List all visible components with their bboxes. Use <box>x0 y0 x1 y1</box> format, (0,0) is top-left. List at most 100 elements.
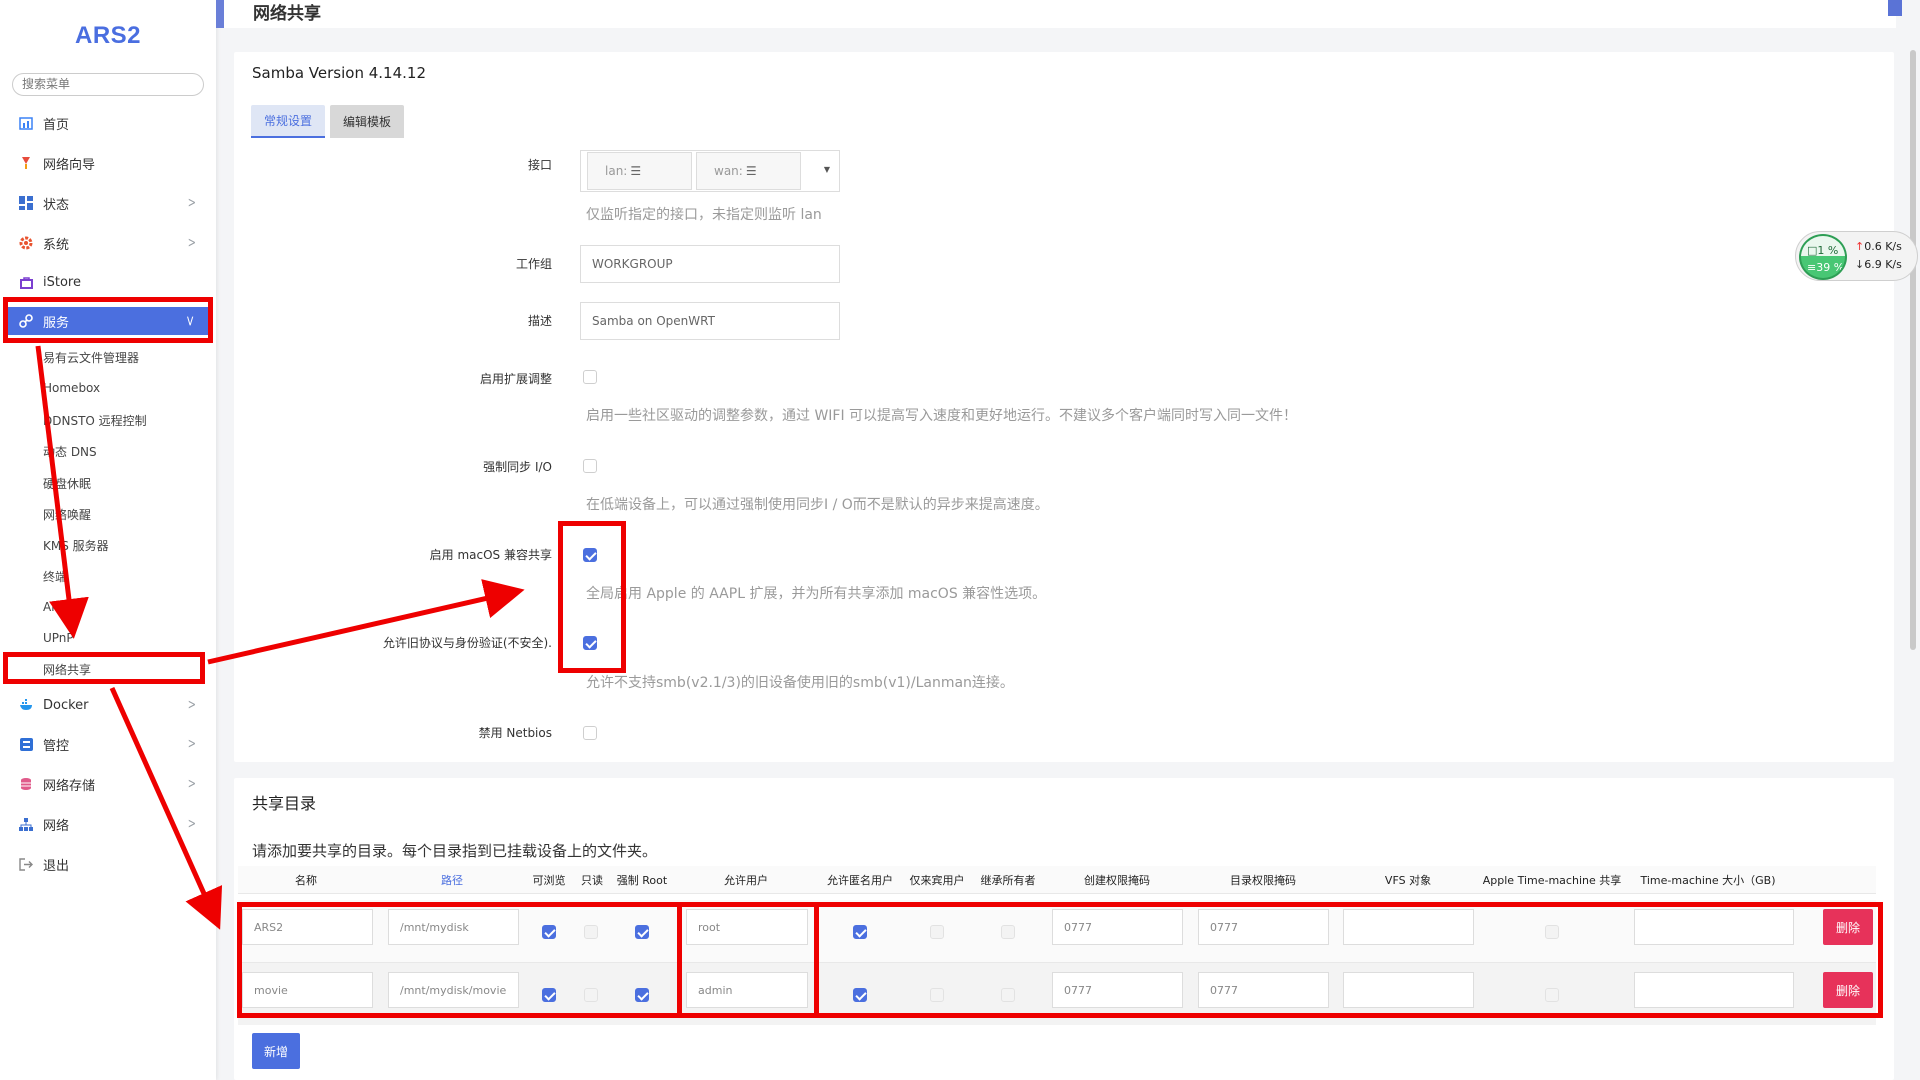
sub-item-ddnsto[interactable]: DDNSTO 远程控制 <box>43 412 147 429</box>
download-value: 6.9 K/s <box>1864 258 1902 271</box>
nav-item-services[interactable]: 服务 > <box>8 307 208 335</box>
sync-io-help: 在低端设备上，可以通过强制使用同步I / O而不是默认的异步来提高速度。 <box>586 497 1049 513</box>
delete-button[interactable]: 删除 <box>1823 909 1873 945</box>
chevron-right-icon: > <box>188 776 197 792</box>
inherit-owner-checkbox[interactable] <box>1001 925 1015 939</box>
create-mask-input[interactable]: 0777 <box>1052 972 1183 1008</box>
nav-label: 首页 <box>43 117 70 133</box>
allowed-users-input[interactable]: root <box>686 909 808 945</box>
sub-item-kms[interactable]: KMS 服务器 <box>43 537 109 554</box>
nav-item-logout[interactable]: 退出 <box>0 850 216 878</box>
browseable-checkbox[interactable] <box>542 988 556 1002</box>
create-mask-input[interactable]: 0777 <box>1052 909 1183 945</box>
arrow-up-icon: ↑ <box>1855 240 1865 253</box>
description-input[interactable]: Samba on OpenWRT <box>580 302 840 340</box>
col-path[interactable]: 路径 <box>441 872 463 888</box>
legacy-checkbox[interactable] <box>583 636 597 650</box>
sub-item-file-manager[interactable]: 易有云文件管理器 <box>43 349 139 366</box>
guest-only-checkbox[interactable] <box>930 988 944 1002</box>
nav-item-status[interactable]: 状态 > <box>0 189 216 217</box>
nav-item-wizard[interactable]: 网络向导 <box>0 149 216 177</box>
nav-item-home[interactable]: 首页 <box>0 109 216 137</box>
chevron-down-icon: > <box>183 315 197 327</box>
vfs-input[interactable] <box>1343 909 1474 945</box>
tm-size-input[interactable] <box>1634 909 1794 945</box>
dir-mask-input[interactable]: 0777 <box>1198 909 1329 945</box>
col-vfs: VFS 对象 <box>1384 874 1432 887</box>
menu-search-input[interactable]: 搜索菜单 <box>12 73 204 96</box>
page-scrollbar[interactable] <box>1910 50 1916 650</box>
sync-io-checkbox[interactable] <box>583 459 597 473</box>
ethernet-icon: ☰ <box>745 164 757 178</box>
nav-item-system[interactable]: 系统 > <box>0 229 216 257</box>
sub-item-samba[interactable]: 网络共享 <box>43 661 91 678</box>
docker-icon <box>18 697 34 713</box>
nav-item-control[interactable]: 管控 > <box>0 730 216 758</box>
sub-item-ddns[interactable]: 动态 DNS <box>43 443 97 460</box>
col-create-mask: 创建权限掩码 <box>1084 874 1150 887</box>
workgroup-label: 工作组 <box>515 257 552 271</box>
dir-mask-input[interactable]: 0777 <box>1198 972 1329 1008</box>
sub-item-terminal[interactable]: 终端 <box>43 568 67 585</box>
readonly-checkbox[interactable] <box>584 988 598 1002</box>
home-icon <box>18 115 34 131</box>
nav-item-network[interactable]: 网络 > <box>0 810 216 838</box>
guest-ok-checkbox[interactable] <box>853 988 867 1002</box>
interface-select[interactable]: lan: ☰ wan: ☰ ▼ <box>580 150 840 192</box>
browseable-checkbox[interactable] <box>542 925 556 939</box>
readonly-checkbox[interactable] <box>584 925 598 939</box>
col-guest-only: 仅来宾用户 <box>909 874 965 887</box>
timemachine-checkbox[interactable] <box>1545 925 1559 939</box>
share-path-input[interactable]: /mnt/mydisk <box>388 909 519 945</box>
tab-general[interactable]: 常规设置 <box>251 105 325 138</box>
chip-label: lan: <box>605 164 628 178</box>
logout-icon <box>18 856 34 872</box>
col-users: 允许用户 <box>724 874 768 887</box>
download-speed: ↓6.9 K/s <box>1855 258 1902 271</box>
force-root-checkbox[interactable] <box>635 988 649 1002</box>
col-tm-size: Time-machine 大小（GB) <box>1640 874 1776 887</box>
share-name-input[interactable]: ARS2 <box>242 909 373 945</box>
allowed-users-input[interactable]: admin <box>686 972 808 1008</box>
usage-gauge: □1 % ≡39 % <box>1799 234 1847 280</box>
guest-ok-checkbox[interactable] <box>853 925 867 939</box>
force-root-checkbox[interactable] <box>635 925 649 939</box>
description-label: 描述 <box>527 314 552 328</box>
interface-label: 接口 <box>527 158 552 172</box>
sub-item-wol[interactable]: 网络唤醒 <box>43 506 91 523</box>
sub-item-upnp[interactable]: UPnP <box>43 631 74 645</box>
sub-item-hd-idle[interactable]: 硬盘休眠 <box>43 475 91 492</box>
tab-edit-template[interactable]: 编辑模板 <box>330 105 404 138</box>
ext-tuning-label: 启用扩展调整 <box>479 372 552 386</box>
nav-item-istore[interactable]: iStore <box>0 268 216 296</box>
nav-item-storage[interactable]: 网络存储 > <box>0 770 216 798</box>
guest-only-checkbox[interactable] <box>930 925 944 939</box>
shares-table-header <box>238 866 1876 894</box>
vfs-input[interactable] <box>1343 972 1474 1008</box>
ext-tuning-help: 启用一些社区驱动的调整参数，通过 WIFI 可以提高写入速度和更好地运行。不建议… <box>586 408 1298 424</box>
upload-speed: ↑0.6 K/s <box>1855 240 1902 253</box>
col-guest-ok: 允许匿名用户 <box>827 874 893 887</box>
ext-tuning-checkbox[interactable] <box>583 370 597 384</box>
tm-size-input[interactable] <box>1634 972 1794 1008</box>
sub-item-arping[interactable]: ArPing <box>43 600 82 614</box>
macos-checkbox[interactable] <box>583 548 597 562</box>
nav-label: Docker <box>43 697 89 713</box>
timemachine-checkbox[interactable] <box>1545 988 1559 1002</box>
dashboard-icon <box>18 195 34 211</box>
share-path-input[interactable]: /mnt/mydisk/movie <box>388 972 519 1008</box>
workgroup-input[interactable]: WORKGROUP <box>580 245 840 283</box>
share-name-input[interactable]: movie <box>242 972 373 1008</box>
nav-label: 网络向导 <box>43 157 96 173</box>
netbios-checkbox[interactable] <box>583 726 597 740</box>
col-name: 名称 <box>295 874 317 887</box>
network-monitor-widget[interactable]: □1 % ≡39 % ↑0.6 K/s ↓6.9 K/s <box>1795 231 1918 281</box>
chevron-right-icon: > <box>188 195 197 211</box>
delete-button[interactable]: 删除 <box>1823 972 1873 1008</box>
sub-item-homebox[interactable]: Homebox <box>43 381 100 395</box>
storage-icon <box>18 776 34 792</box>
nav-item-docker[interactable]: Docker > <box>0 691 216 719</box>
add-share-button[interactable]: 新增 <box>252 1033 300 1069</box>
inherit-owner-checkbox[interactable] <box>1001 988 1015 1002</box>
wizard-icon <box>18 155 34 171</box>
